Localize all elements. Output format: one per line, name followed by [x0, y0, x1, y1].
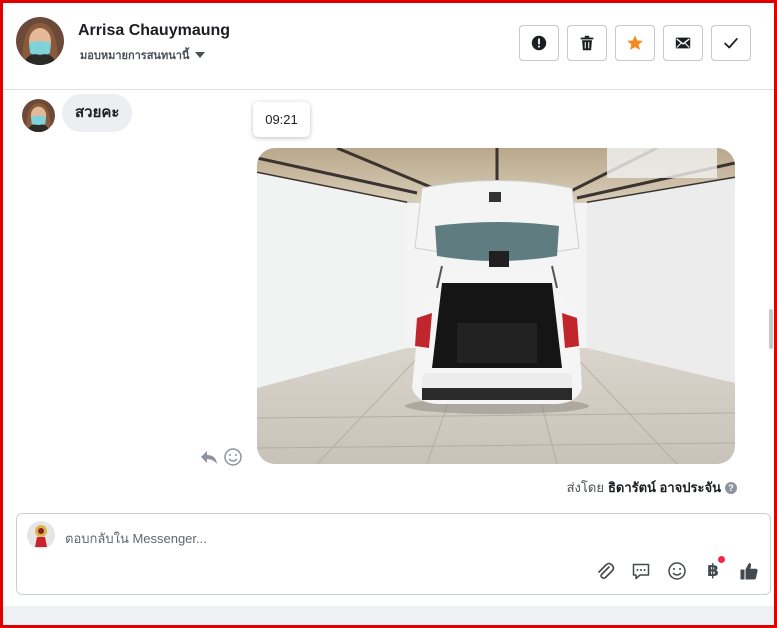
assign-conversation-dropdown[interactable]: มอบหมายการสนทนานี้	[80, 46, 206, 64]
exclamation-icon	[531, 35, 547, 51]
sent-by-name: ธิดารัตน์ อาจประจัน	[607, 480, 721, 495]
attach-file-button[interactable]	[594, 560, 616, 582]
sent-by-line: ส่งโดย ธิดารัตน์ อาจประจัน ?	[567, 477, 737, 498]
emoji-icon	[668, 562, 686, 580]
reply-input[interactable]	[65, 527, 605, 549]
star-button[interactable]	[615, 25, 655, 61]
thumbs-up-icon	[740, 563, 758, 580]
envelope-icon	[675, 37, 691, 49]
saved-reply-icon	[632, 563, 650, 580]
contact-name[interactable]: Arrisa Chauymaung	[78, 22, 230, 40]
mark-unread-button[interactable]	[663, 25, 703, 61]
baht-payment-icon: ฿	[707, 561, 719, 581]
emoji-button[interactable]	[666, 560, 688, 582]
help-icon[interactable]: ?	[725, 481, 737, 494]
contact-avatar[interactable]	[16, 17, 64, 65]
message-thread[interactable]: สวยคะ 09:21 ส่งโดย ธิดารัตน์ อาจประจัน ?	[3, 91, 774, 506]
mark-done-button[interactable]	[711, 25, 751, 61]
sent-photo-car-trunk[interactable]	[257, 148, 735, 464]
payment-button[interactable]: ฿	[702, 556, 725, 582]
mark-spam-button[interactable]	[519, 25, 559, 61]
reply-icon[interactable]	[199, 447, 219, 467]
reply-composer: ฿	[16, 513, 771, 595]
star-icon	[627, 35, 643, 50]
conversation-header: Arrisa Chauymaung มอบหมายการสนทนานี้	[3, 3, 774, 90]
trash-icon	[580, 35, 594, 51]
notification-dot	[718, 556, 725, 563]
thread-scrollbar[interactable]	[769, 99, 773, 503]
sent-by-prefix: ส่งโดย	[566, 480, 604, 495]
composer-tools: ฿	[594, 556, 760, 582]
header-actions	[519, 25, 751, 61]
delete-button[interactable]	[567, 25, 607, 61]
page-avatar	[27, 521, 55, 549]
saved-replies-button[interactable]	[630, 560, 652, 582]
app-window: Arrisa Chauymaung มอบหมายการสนทนานี้ สวย…	[0, 0, 777, 628]
check-icon	[724, 38, 738, 49]
assign-label: มอบหมายการสนทนานี้	[80, 50, 190, 62]
react-emoji-icon[interactable]	[223, 447, 243, 467]
footer-strip	[3, 606, 774, 625]
send-like-button[interactable]	[738, 560, 760, 582]
scrollbar-thumb[interactable]	[769, 309, 773, 349]
sender-avatar	[22, 99, 55, 132]
timestamp-tooltip: 09:21	[253, 102, 310, 137]
caret-down-icon	[195, 52, 206, 58]
incoming-message-bubble[interactable]: สวยคะ	[62, 94, 133, 132]
paperclip-icon	[598, 562, 615, 579]
